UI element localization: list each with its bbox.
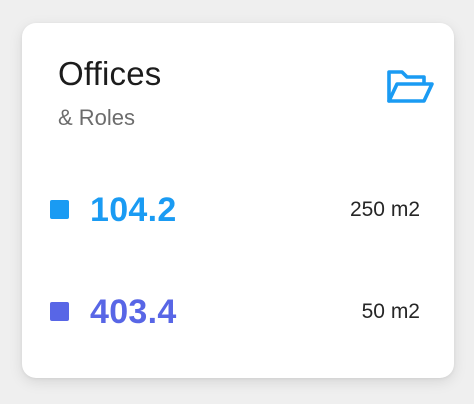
card-title: Offices: [58, 55, 162, 92]
office-stat-row: 403.4 50 m2: [22, 287, 454, 337]
legend-swatch-indigo: [50, 302, 69, 321]
stat-value: 403.4: [90, 293, 177, 331]
stat-area: 50 m2: [361, 300, 420, 323]
offices-card: Offices & Roles 104.2 250 m2 403.4 50 m2: [22, 23, 454, 378]
card-subtitle: & Roles: [58, 105, 136, 130]
stat-value: 104.2: [90, 191, 177, 229]
legend-swatch-blue: [50, 200, 69, 219]
folder-open-icon[interactable]: [386, 67, 436, 107]
office-stat-row: 104.2 250 m2: [22, 185, 454, 235]
stat-area: 250 m2: [349, 198, 420, 221]
